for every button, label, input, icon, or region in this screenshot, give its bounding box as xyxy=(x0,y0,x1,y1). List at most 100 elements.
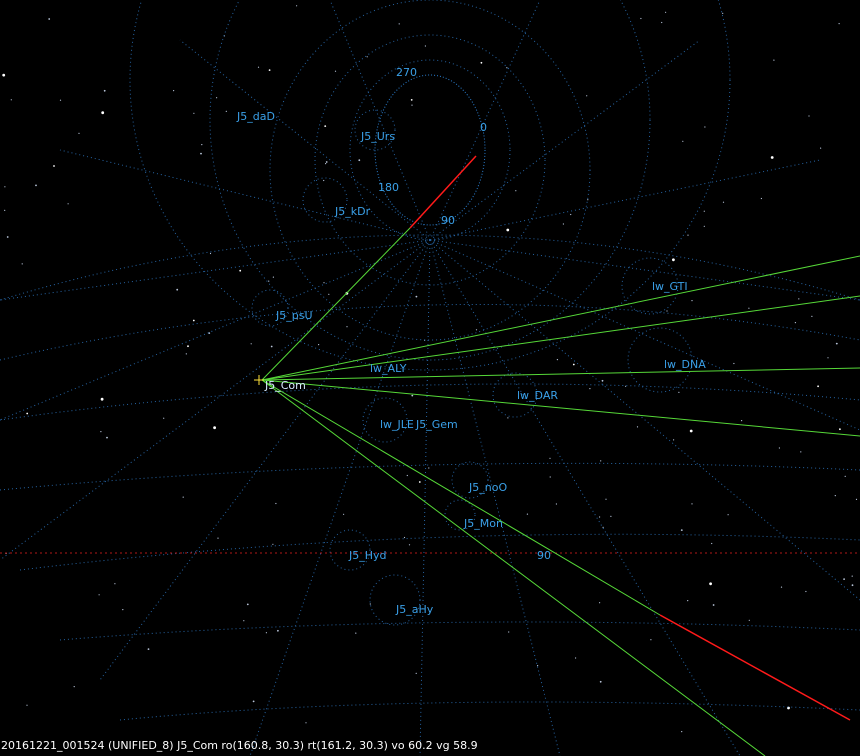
star xyxy=(855,498,858,500)
star xyxy=(703,210,705,212)
star xyxy=(100,431,102,433)
star xyxy=(200,152,202,155)
star xyxy=(808,115,810,117)
label-lw_DNA[interactable]: lw_DNA xyxy=(664,358,706,371)
star xyxy=(601,379,604,382)
star xyxy=(599,516,601,518)
status-line: 20161221_001524 (UNIFIED_8) J5_Com ro(16… xyxy=(1,739,478,752)
star xyxy=(4,186,6,188)
star xyxy=(681,731,683,733)
star xyxy=(800,451,802,453)
star xyxy=(610,515,612,518)
star xyxy=(243,620,245,622)
star xyxy=(636,426,639,428)
star xyxy=(709,582,712,586)
star xyxy=(48,18,51,20)
reference-marker-icon xyxy=(254,375,264,385)
label-J5_Mon[interactable]: J5_Mon xyxy=(464,517,503,530)
star xyxy=(182,496,184,498)
star xyxy=(252,700,255,703)
star xyxy=(328,293,330,295)
star xyxy=(408,544,411,546)
star xyxy=(21,263,23,265)
star xyxy=(691,503,693,505)
star xyxy=(217,537,219,539)
star xyxy=(246,603,249,606)
star xyxy=(817,385,819,388)
star xyxy=(602,526,604,529)
star xyxy=(106,436,108,439)
star xyxy=(78,132,80,134)
star xyxy=(760,197,763,200)
label-J5_Gem[interactable]: J5_Gem xyxy=(416,418,458,431)
star xyxy=(640,17,642,20)
star xyxy=(650,639,652,641)
star xyxy=(741,420,743,422)
star xyxy=(185,353,187,355)
star xyxy=(343,513,345,515)
star xyxy=(773,59,775,61)
star xyxy=(704,126,706,128)
star xyxy=(268,69,271,71)
label-J5_Urs[interactable]: J5_Urs xyxy=(361,130,395,143)
star xyxy=(346,326,348,328)
star xyxy=(605,498,607,500)
star xyxy=(820,147,822,149)
star xyxy=(748,619,750,621)
label-J5_kDr[interactable]: J5_kDr xyxy=(335,205,370,218)
star xyxy=(415,295,418,298)
star xyxy=(26,412,29,415)
star xyxy=(834,495,836,497)
label-lw_ALY[interactable]: lw_ALY xyxy=(370,362,406,375)
star xyxy=(661,21,663,24)
star xyxy=(277,629,279,632)
star xyxy=(250,343,252,345)
dial-label-90: 90 xyxy=(441,214,455,227)
coordinate-grid xyxy=(0,0,860,756)
star xyxy=(562,223,565,225)
star xyxy=(272,276,274,278)
star xyxy=(843,578,845,580)
star xyxy=(691,300,693,302)
label-lw_GTI[interactable]: lw_GTI xyxy=(652,280,688,293)
star xyxy=(59,99,62,101)
star xyxy=(4,209,6,211)
star xyxy=(711,542,713,545)
star xyxy=(703,225,705,227)
label-J5_daD[interactable]: J5_daD xyxy=(237,110,275,123)
star xyxy=(122,609,124,611)
star xyxy=(572,363,575,366)
label-J5_psU[interactable]: J5_psU xyxy=(276,309,313,322)
label-J5_Com[interactable]: J5_Com xyxy=(265,379,306,392)
label-J5_aHy[interactable]: J5_aHy xyxy=(396,603,433,616)
dial-label-0: 0 xyxy=(480,121,487,134)
sky-view-canvas[interactable] xyxy=(0,0,860,756)
label-J5_Hyd[interactable]: J5_Hyd xyxy=(349,549,387,562)
star xyxy=(507,417,509,419)
star xyxy=(687,600,689,602)
star xyxy=(666,310,668,312)
star xyxy=(475,329,478,331)
star xyxy=(589,388,591,390)
star xyxy=(53,165,55,167)
star xyxy=(324,125,327,127)
star xyxy=(556,359,559,361)
label-J5_noO[interactable]: J5_noO xyxy=(469,481,507,494)
star xyxy=(428,467,430,469)
star xyxy=(537,665,539,667)
star xyxy=(794,322,797,324)
star xyxy=(515,190,517,192)
star xyxy=(625,385,627,387)
label-lw_JLE[interactable]: lw_JLE xyxy=(380,418,414,431)
star xyxy=(827,357,829,359)
star xyxy=(770,156,774,159)
star xyxy=(369,603,371,605)
star xyxy=(798,298,800,300)
star xyxy=(67,203,69,205)
label-lw_DAR[interactable]: lw_DAR xyxy=(517,389,558,402)
star xyxy=(587,199,589,201)
star xyxy=(101,111,105,115)
star xyxy=(355,632,357,634)
star xyxy=(673,439,675,441)
star xyxy=(187,345,189,348)
